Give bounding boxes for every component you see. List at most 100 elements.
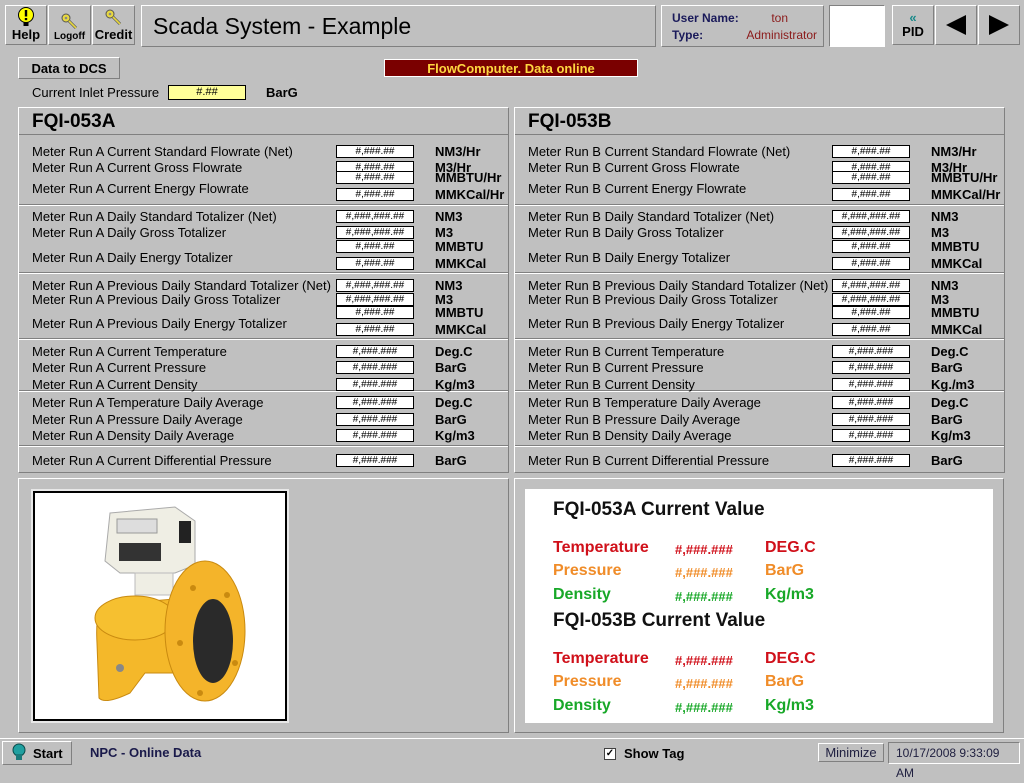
meter-row-label: Meter Run A Current Density <box>32 377 198 392</box>
meter-unit: BarG <box>435 360 467 375</box>
current-values-display: FQI-053A Current Value Temperature #,###.#… <box>525 489 993 723</box>
taskbar-app-title: NPC - Online Data <box>90 745 202 760</box>
section-divider <box>515 338 1004 340</box>
current-value-unit: BarG <box>765 562 805 579</box>
meter-row-label: Meter Run B Previous Daily Energy Totali… <box>528 316 785 331</box>
triangle-left-icon <box>946 15 966 35</box>
meter-row-label: Meter Run A Current Gross Flowrate <box>32 160 243 175</box>
current-value-reading: #,###.### <box>675 676 733 691</box>
current-value-label: Temperature <box>553 539 649 556</box>
meter-row-label: Meter Run A Previous Daily Gross Totaliz… <box>32 292 281 307</box>
current-value-title: FQI-053A Current Value <box>553 499 765 520</box>
meter-value-field: #,###.### <box>832 378 910 391</box>
section-divider <box>19 272 508 274</box>
start-icon <box>11 743 27 764</box>
meter-row-label: Meter Run A Current Differential Pressur… <box>32 453 272 468</box>
inlet-pressure-label: Current Inlet Pressure <box>32 85 160 100</box>
meter-panel-a: FQI-053A Meter Run A Current Standard Fl… <box>18 107 509 473</box>
meter-value-field: #,###.### <box>336 413 414 426</box>
meter-unit: MMBTU/Hr <box>931 170 998 185</box>
status-banner: FlowComputer. Data online <box>384 59 638 77</box>
meter-value-field: #,###.### <box>336 345 414 358</box>
meter-row-label: Meter Run A Density Daily Average <box>32 428 235 443</box>
meter-unit: MMBTU/Hr <box>435 170 502 185</box>
current-value-label: Density <box>553 697 611 714</box>
meter-unit: NM3/Hr <box>435 144 481 159</box>
meter-value-field: #,###.## <box>832 171 910 184</box>
minimize-button[interactable]: Minimize <box>818 743 884 762</box>
pid-button[interactable]: « PID <box>892 5 934 45</box>
meter-value-field: #,###,###.## <box>832 293 910 306</box>
clock: 10/17/2008 9:33:09 AM <box>888 742 1020 780</box>
user-name-label: User Name: <box>672 11 739 25</box>
meter-unit: MMKCal <box>435 256 487 271</box>
triangle-right-icon <box>989 15 1009 35</box>
meter-value-field: #,###,###.## <box>336 293 414 306</box>
meter-value-field: #,###.## <box>336 306 414 319</box>
meter-unit: MMBTU <box>435 239 484 254</box>
meter-value-field: #,###,###.## <box>336 226 414 239</box>
meter-unit: MMBTU <box>931 305 980 320</box>
meter-value-field: #,###.### <box>832 429 910 442</box>
current-value-unit: Kg/m3 <box>765 697 814 714</box>
help-label: Help <box>11 27 41 42</box>
meter-value-field: #,###,###.## <box>336 210 414 223</box>
current-value-label: Pressure <box>553 562 622 579</box>
meter-unit: MMKCal <box>931 322 983 337</box>
credit-button[interactable]: Credit <box>92 5 135 45</box>
user-type-label: Type: <box>672 28 704 42</box>
meter-row-label: Meter Run B Current Standard Flowrate (N… <box>528 144 791 159</box>
meter-value-field: #,###.### <box>336 361 414 374</box>
start-button[interactable]: Start <box>2 741 72 765</box>
meter-value-field: #,###.## <box>832 257 910 270</box>
section-divider <box>19 338 508 340</box>
meter-unit: Deg.C <box>931 344 969 359</box>
data-to-dcs-button[interactable]: Data to DCS <box>18 57 120 79</box>
meter-row-label: Meter Run A Previous Daily Standard Tota… <box>32 278 331 293</box>
meter-row-label: Meter Run A Current Temperature <box>32 344 227 359</box>
meter-value-field: #,###.### <box>336 378 414 391</box>
current-value-label: Temperature <box>553 650 649 667</box>
logoff-label: Logoff <box>53 31 86 42</box>
credit-label: Credit <box>94 27 133 42</box>
meter-unit: BarG <box>931 453 963 468</box>
meter-value-field: #,###.## <box>336 145 414 158</box>
meter-unit: NM3/Hr <box>931 144 977 159</box>
meter-unit: NM3 <box>931 209 959 224</box>
current-value-reading: #,###.### <box>675 542 733 557</box>
current-value-reading: #,###.### <box>675 700 733 715</box>
section-divider <box>515 204 1004 206</box>
current-value-reading: #,###.### <box>675 589 733 604</box>
logoff-button[interactable]: Logoff <box>48 5 91 45</box>
app-title: Scada System - Example <box>141 5 656 47</box>
meter-unit: NM3 <box>435 209 463 224</box>
meter-value-field: #,###.## <box>832 306 910 319</box>
meter-row-label: Meter Run B Current Density <box>528 377 695 392</box>
meter-value-field: #,###.### <box>336 429 414 442</box>
user-name-value: ton <box>771 11 788 25</box>
turbine-meter-image <box>31 489 289 723</box>
help-button[interactable]: Help <box>5 5 47 45</box>
meter-unit: MMKCal <box>931 256 983 271</box>
meter-row-label: Meter Run A Daily Gross Totalizer <box>32 225 227 240</box>
turbine-meter-icon <box>94 506 246 702</box>
meter-unit: MMKCal <box>435 322 487 337</box>
meter-unit: Kg/m3 <box>931 428 971 443</box>
section-divider <box>19 204 508 206</box>
meter-unit: BarG <box>435 412 467 427</box>
meter-row-label: Meter Run A Temperature Daily Average <box>32 395 264 410</box>
current-value-label: Pressure <box>553 673 622 690</box>
meter-value-field: #,###.### <box>832 361 910 374</box>
next-button[interactable] <box>978 5 1020 45</box>
help-icon <box>17 7 35 27</box>
show-tag-checkbox[interactable]: ✓ <box>604 747 616 760</box>
meter-row-label: Meter Run B Density Daily Average <box>528 428 732 443</box>
meter-image-panel <box>18 478 509 733</box>
user-info: User Name: ton Type: Administrator <box>661 5 824 47</box>
meter-unit: BarG <box>435 453 467 468</box>
show-tag-toggle[interactable]: ✓ Show Tag <box>604 746 684 761</box>
previous-button[interactable] <box>935 5 977 45</box>
start-label: Start <box>33 745 63 761</box>
meter-unit: Kg/m3 <box>435 428 475 443</box>
meter-panel-title: FQI-053A <box>19 108 508 135</box>
